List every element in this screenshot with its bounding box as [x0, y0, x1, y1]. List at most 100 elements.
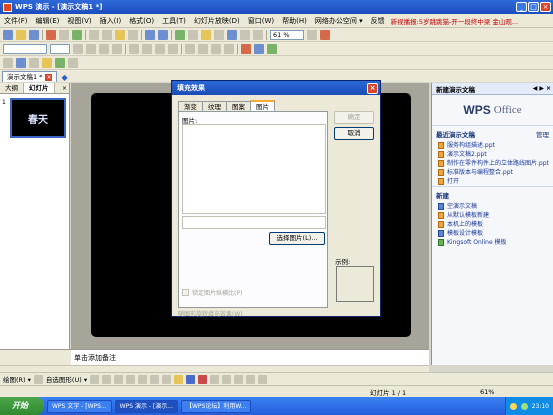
menu-tools[interactable]: 工具(T)	[162, 16, 186, 26]
font-color-icon[interactable]	[241, 43, 251, 54]
horizontal-scrollbar[interactable]	[0, 365, 429, 372]
3d-style-icon[interactable]	[258, 374, 268, 384]
news-ticker-link[interactable]: 新视播报:5岁跳跳猫-开一段终中梁 金山观...	[391, 16, 518, 26]
dash-style-icon[interactable]	[222, 374, 232, 384]
save-icon[interactable]	[29, 29, 39, 40]
dialog-title-bar[interactable]: 填充效果 ×	[172, 81, 380, 95]
menu-insert[interactable]: 插入(I)	[100, 16, 122, 26]
new-blank-link[interactable]: 空演示文稿	[432, 202, 553, 211]
oval-icon[interactable]	[126, 374, 136, 384]
grid-icon[interactable]	[240, 29, 250, 40]
transition-icon[interactable]	[55, 57, 65, 68]
doc-tab[interactable]: 演示文稿1 * ×	[2, 71, 58, 82]
wps-online-icon[interactable]	[320, 29, 330, 40]
tab-gradient[interactable]: 渐变	[178, 101, 203, 111]
new-icon[interactable]	[3, 29, 13, 40]
manage-link[interactable]: 管理	[536, 129, 549, 139]
zoom-select[interactable]: 61 %	[270, 29, 304, 40]
menu-window[interactable]: 窗口(W)	[248, 16, 274, 26]
insert-textbox-icon[interactable]	[214, 29, 224, 40]
taskbar-item-wps-presentation[interactable]: WPS 演示 - [演示...	[114, 399, 178, 413]
align-center-icon[interactable]	[142, 43, 152, 54]
autoshapes-menu[interactable]: 自选图形(U) ▾	[46, 374, 87, 384]
close-pane-icon[interactable]: ×	[546, 85, 551, 92]
arrow-style-icon[interactable]	[234, 374, 244, 384]
paste-icon[interactable]	[115, 29, 125, 40]
bullets-icon[interactable]	[198, 43, 208, 54]
rectangle-icon[interactable]	[114, 374, 124, 384]
notes-area[interactable]: 单击添加备注	[71, 349, 429, 365]
new-tab-icon[interactable]: ◆	[61, 73, 67, 82]
recent-file-item[interactable]: 标准版本与编程整合.ppt	[432, 168, 553, 177]
taskbar-item-wps-forum[interactable]: 【WPS论坛】利用W...	[180, 399, 252, 413]
tab-texture[interactable]: 纹理	[202, 101, 227, 111]
color-grayscale-icon[interactable]	[253, 29, 263, 40]
tab-pattern[interactable]: 图案	[226, 101, 251, 111]
online-office-menu[interactable]: 网络办公空间 ▾	[315, 16, 363, 26]
select-objects-icon[interactable]	[33, 374, 43, 384]
format-painter-icon[interactable]	[128, 29, 138, 40]
copy-icon[interactable]	[102, 29, 112, 40]
tab-slides[interactable]: 幻灯片	[24, 83, 55, 93]
menu-edit[interactable]: 编辑(E)	[36, 16, 60, 26]
shadow-icon[interactable]	[112, 43, 122, 54]
line-icon[interactable]	[90, 374, 100, 384]
cut-icon[interactable]	[89, 29, 99, 40]
align-left-icon[interactable]	[129, 43, 139, 54]
slide-layout-icon[interactable]	[16, 57, 26, 68]
select-picture-button[interactable]: 选择图片(L)...	[269, 232, 325, 245]
new-from-default-link[interactable]: 从默认模板新建	[432, 211, 553, 220]
draw-menu[interactable]: 绘图(R) ▾	[3, 374, 31, 384]
menu-format[interactable]: 格式(O)	[129, 16, 154, 26]
close-window-button[interactable]: ×	[540, 2, 551, 12]
insert-hyperlink-icon[interactable]	[227, 29, 237, 40]
open-icon[interactable]	[16, 29, 26, 40]
shadow-style-icon[interactable]	[246, 374, 256, 384]
local-templates-link[interactable]: 本机上的模板	[432, 220, 553, 229]
line-style-icon[interactable]	[210, 374, 220, 384]
print-preview-icon[interactable]	[59, 29, 69, 40]
forward-icon[interactable]: ▶	[539, 85, 544, 92]
taskbar-item-wps-writer[interactable]: WPS 文字 - [WPS...	[47, 399, 112, 413]
slide-thumbnail[interactable]: 春天	[10, 98, 66, 138]
italic-icon[interactable]	[86, 43, 96, 54]
maximize-button[interactable]: □	[528, 2, 539, 12]
menu-view[interactable]: 视图(V)	[67, 16, 91, 26]
menu-help[interactable]: 帮助(H)	[282, 16, 307, 26]
close-pane-icon[interactable]: ×	[62, 83, 69, 93]
tray-icon[interactable]	[509, 402, 517, 410]
increase-font-icon[interactable]	[211, 43, 221, 54]
clipart-icon[interactable]	[162, 374, 172, 384]
insert-picture-icon[interactable]	[201, 29, 211, 40]
wordart-icon[interactable]	[150, 374, 160, 384]
print-icon[interactable]	[46, 29, 56, 40]
font-size-select[interactable]	[50, 43, 70, 54]
help-icon[interactable]	[307, 29, 317, 40]
back-icon[interactable]: ◀	[533, 85, 538, 92]
minimize-button[interactable]: _	[516, 2, 527, 12]
play-slideshow-icon[interactable]	[68, 57, 78, 68]
spellcheck-icon[interactable]	[72, 29, 82, 40]
design-icon[interactable]	[254, 43, 264, 54]
cancel-button[interactable]: 取消	[334, 127, 374, 140]
arrow-icon[interactable]	[102, 374, 112, 384]
bold-icon[interactable]	[73, 43, 83, 54]
rotate-with-shape-checkbox[interactable]: 随图形旋转填充效果(W)	[178, 309, 243, 318]
redo-icon[interactable]	[158, 29, 168, 40]
fill-color-icon[interactable]	[174, 374, 184, 384]
numbering-icon[interactable]	[185, 43, 195, 54]
open-file-link[interactable]: 打开	[432, 177, 553, 186]
online-templates-link[interactable]: Kingsoft Online 模板	[432, 238, 553, 247]
decrease-font-icon[interactable]	[224, 43, 234, 54]
close-tab-icon[interactable]: ×	[45, 73, 53, 81]
menu-file[interactable]: 文件(F)	[4, 16, 28, 26]
menu-slideshow[interactable]: 幻灯片放映(D)	[194, 16, 240, 26]
font-name-select[interactable]	[3, 43, 47, 54]
background-icon[interactable]	[29, 57, 39, 68]
textbox-icon[interactable]	[138, 374, 148, 384]
recent-file-item[interactable]: 演示文稿2.ppt	[432, 150, 553, 159]
text-color-icon[interactable]	[198, 374, 208, 384]
recent-file-item[interactable]: 制作在零件构件上的立体路线图片.ppt	[432, 159, 553, 168]
line-color-icon[interactable]	[186, 374, 196, 384]
tab-outline[interactable]: 大纲	[0, 83, 24, 93]
